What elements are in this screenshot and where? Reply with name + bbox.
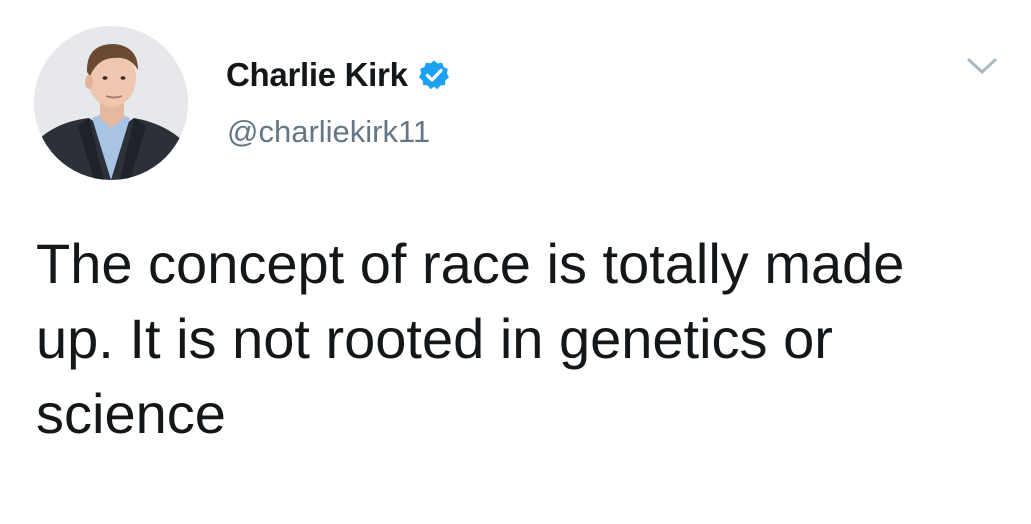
display-name[interactable]: Charlie Kirk bbox=[226, 56, 408, 94]
avatar-photo bbox=[34, 26, 188, 180]
tweet-card: Charlie Kirk @charliekirk11 The concept … bbox=[0, 0, 1031, 524]
author-name-row: Charlie Kirk bbox=[226, 54, 450, 96]
avatar[interactable] bbox=[34, 26, 188, 180]
verified-badge-icon bbox=[418, 59, 450, 91]
tweet-text: The concept of race is totally made up. … bbox=[36, 232, 920, 445]
author-handle[interactable]: @charliekirk11 bbox=[227, 114, 430, 150]
chevron-down-icon[interactable] bbox=[964, 52, 1000, 80]
